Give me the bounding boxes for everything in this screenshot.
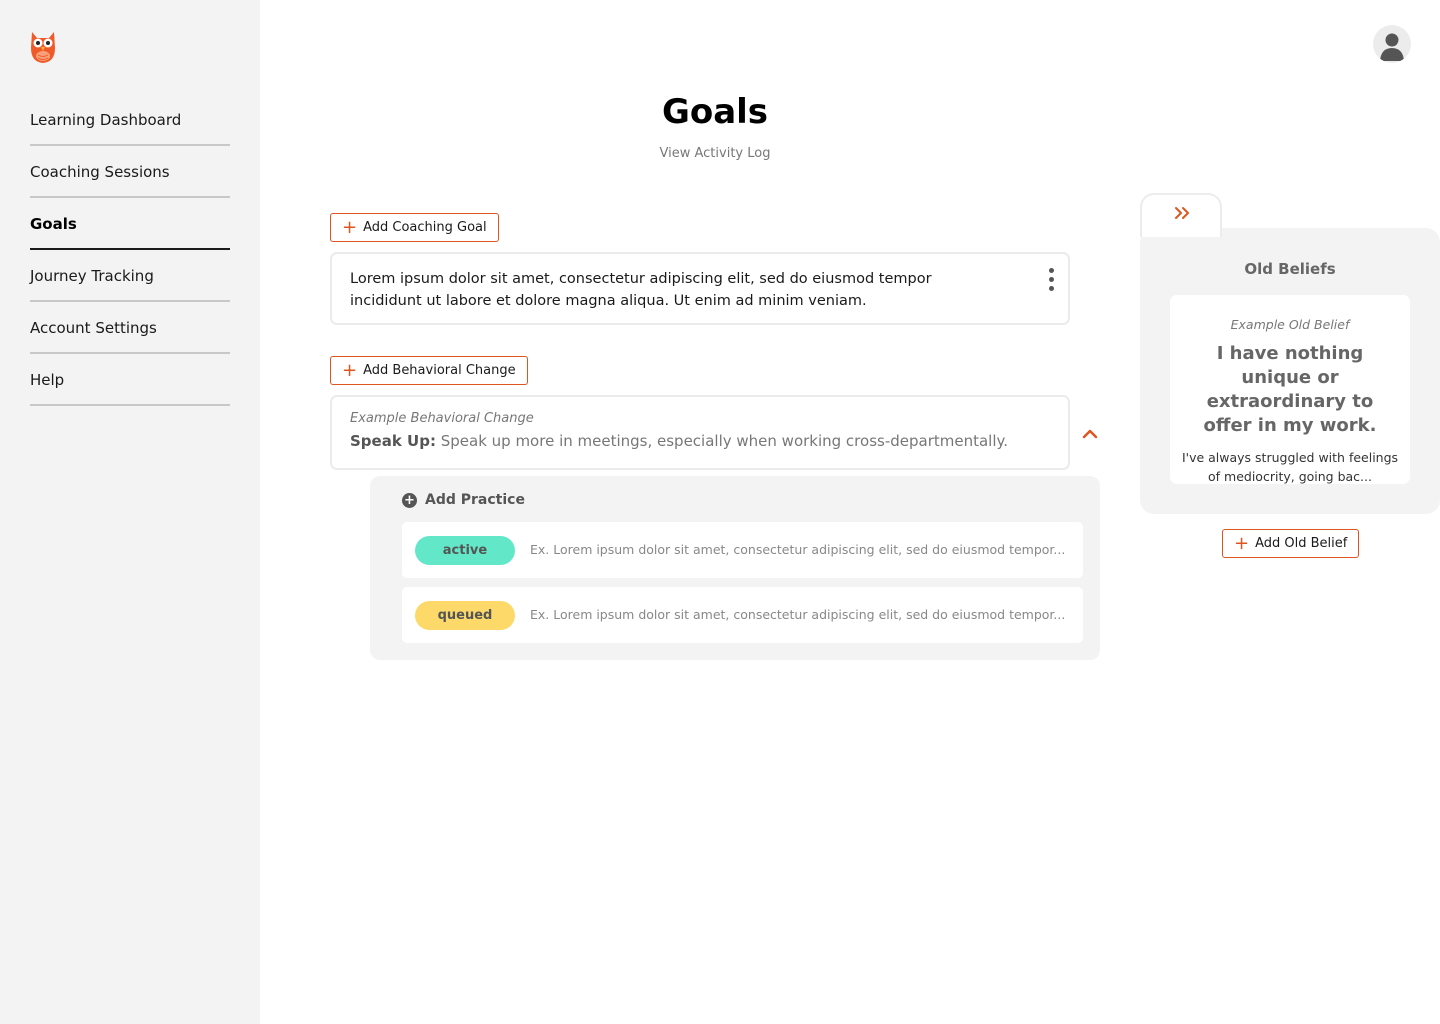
practices-panel: + Add Practice active Ex. Lorem ipsum do…	[370, 476, 1100, 660]
old-belief-description: I've always struggled with feelings of m…	[1181, 450, 1399, 484]
add-behavioral-change-button[interactable]: + Add Behavioral Change	[330, 356, 528, 385]
behavioral-change-text: Speak Up: Speak up more in meetings, esp…	[350, 432, 1050, 450]
sidebar: Learning Dashboard Coaching Sessions Goa…	[0, 0, 260, 1024]
add-coaching-goal-label: Add Coaching Goal	[363, 220, 487, 235]
sidebar-item-journey-tracking[interactable]: Journey Tracking	[30, 250, 230, 302]
add-practice-button[interactable]: + Add Practice	[402, 492, 525, 508]
practice-text: Ex. Lorem ipsum dolor sit amet, consecte…	[530, 607, 1066, 622]
double-chevron-right-icon	[1175, 207, 1189, 219]
add-old-belief-button[interactable]: + Add Old Belief	[1222, 529, 1360, 558]
page-title: Goals	[661, 92, 769, 132]
page-header: Goals View Activity Log	[260, 0, 1170, 170]
sidebar-item-help[interactable]: Help	[30, 354, 230, 406]
old-belief-card[interactable]: Example Old Belief I have nothing unique…	[1170, 295, 1410, 484]
more-options-icon[interactable]	[1046, 268, 1056, 296]
practice-text: Ex. Lorem ipsum dolor sit amet, consecte…	[530, 542, 1066, 557]
collapse-panel-tab[interactable]	[1140, 193, 1222, 237]
old-belief-statement: I have nothing unique or extraordinary t…	[1203, 343, 1377, 436]
coaching-goal-card[interactable]: Lorem ipsum dolor sit amet, consectetur …	[330, 252, 1070, 325]
add-practice-label: Add Practice	[425, 492, 525, 508]
plus-icon: +	[342, 216, 358, 238]
user-avatar-icon[interactable]	[1373, 25, 1411, 63]
status-badge-queued[interactable]: queued	[415, 601, 515, 630]
status-badge-active[interactable]: active	[415, 536, 515, 565]
view-activity-log-link[interactable]: View Activity Log	[260, 146, 1170, 161]
sidebar-nav: Learning Dashboard Coaching Sessions Goa…	[30, 94, 230, 406]
plus-icon: +	[1234, 532, 1250, 554]
coaching-goal-text: Lorem ipsum dolor sit amet, consectetur …	[350, 271, 932, 309]
sidebar-item-learning-dashboard[interactable]: Learning Dashboard	[30, 94, 230, 146]
plus-icon: +	[342, 359, 358, 381]
behavioral-change-card[interactable]: Example Behavioral Change Speak Up: Spea…	[330, 395, 1070, 470]
behavioral-change-eyebrow: Example Behavioral Change	[350, 411, 534, 426]
practice-row[interactable]: active Ex. Lorem ipsum dolor sit amet, c…	[402, 522, 1083, 578]
add-coaching-goal-button[interactable]: + Add Coaching Goal	[330, 213, 499, 242]
sidebar-item-coaching-sessions[interactable]: Coaching Sessions	[30, 146, 230, 198]
owl-logo-icon[interactable]	[28, 28, 58, 64]
sidebar-item-account-settings[interactable]: Account Settings	[30, 302, 230, 354]
old-beliefs-panel: Old Beliefs Example Old Belief I have no…	[1140, 228, 1440, 514]
old-belief-eyebrow: Example Old Belief	[1230, 317, 1350, 332]
add-old-belief-label: Add Old Belief	[1255, 536, 1348, 551]
behavioral-change-description: Speak up more in meetings, especially wh…	[440, 432, 1009, 450]
sidebar-item-goals[interactable]: Goals	[30, 198, 230, 250]
practice-row[interactable]: queued Ex. Lorem ipsum dolor sit amet, c…	[402, 587, 1083, 643]
chevron-up-icon[interactable]	[1080, 424, 1100, 442]
circle-plus-icon: +	[402, 492, 417, 508]
old-beliefs-title: Old Beliefs	[1244, 260, 1336, 278]
behavioral-change-name: Speak Up:	[350, 432, 436, 450]
add-behavioral-change-label: Add Behavioral Change	[363, 363, 516, 378]
